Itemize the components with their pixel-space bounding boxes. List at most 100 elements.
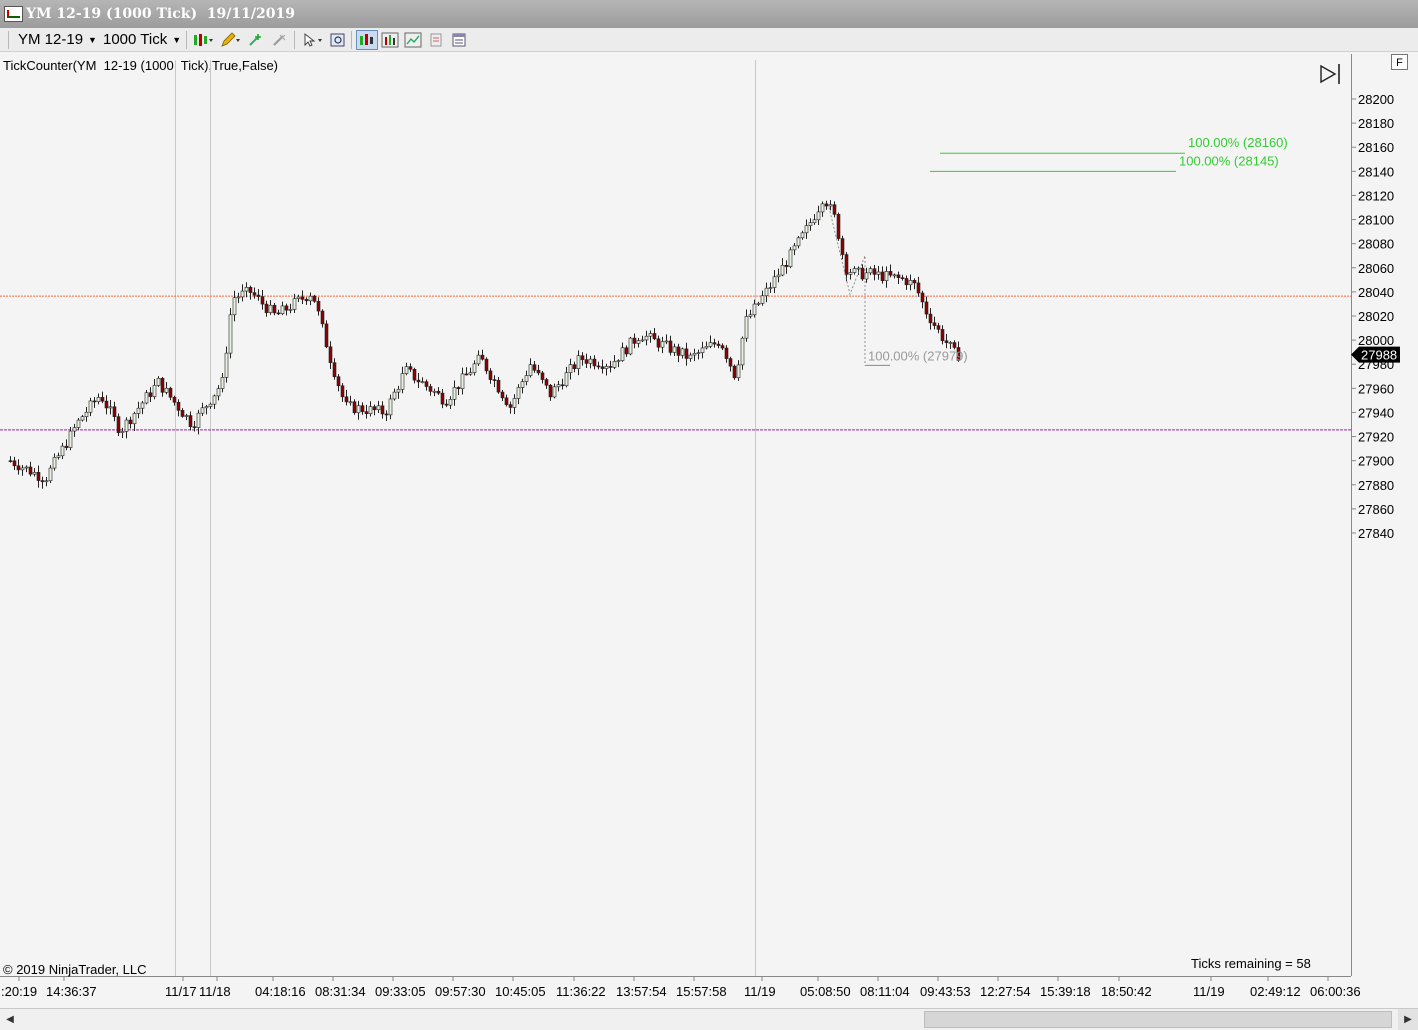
candlestick — [496, 376, 501, 394]
zoom-icon[interactable] — [328, 30, 348, 50]
candlestick — [692, 348, 697, 362]
candlestick — [884, 266, 889, 288]
pencil-draw-icon[interactable] — [218, 30, 242, 50]
candlestick — [388, 394, 393, 420]
candlestick — [604, 363, 609, 376]
candlestick — [452, 380, 457, 406]
candlestick — [108, 399, 113, 415]
time-tick-label: 05:08:50 — [800, 984, 851, 999]
candlestick — [288, 303, 293, 314]
price-tick-label: 28060 — [1358, 261, 1394, 276]
candlestick — [232, 290, 237, 322]
candlestick — [776, 268, 781, 283]
candlestick — [928, 308, 933, 330]
candlestick — [244, 282, 249, 298]
target-label: 100.00% (28145) — [1179, 153, 1279, 168]
scroll-to-end-icon[interactable] — [1320, 64, 1340, 84]
candlestick — [836, 212, 841, 241]
horizontal-scrollbar[interactable]: ◀ ▶ — [0, 1008, 1418, 1030]
candlestick — [584, 353, 589, 369]
candlestick — [640, 335, 645, 343]
candlestick — [76, 418, 81, 431]
candlestick — [216, 385, 221, 401]
candlestick — [544, 377, 549, 389]
interval-selector[interactable]: 1000 Tick ▼ — [103, 30, 181, 50]
time-tick-label: 11/19 — [1193, 984, 1225, 999]
data-box-icon[interactable] — [449, 30, 469, 50]
candlestick — [680, 347, 685, 359]
instrument-selector[interactable]: YM 12-19 ▼ — [18, 30, 97, 50]
candlestick — [592, 355, 597, 370]
price-tick-label: 28100 — [1358, 213, 1394, 228]
time-tick-label: 10:45:05 — [495, 984, 546, 999]
bar-type-icon[interactable] — [191, 30, 215, 50]
candlestick — [20, 465, 25, 476]
candlestick — [272, 303, 277, 316]
candlestick — [380, 401, 385, 419]
candlestick — [328, 341, 333, 370]
candlestick — [444, 399, 449, 407]
pointer-icon[interactable] — [300, 30, 324, 50]
candlestick — [940, 325, 945, 345]
window-titlebar[interactable]: YM 12-19 (1000 Tick) 19/11/2019 — [0, 0, 1418, 28]
candlestick — [860, 264, 865, 281]
candlestick — [580, 352, 585, 366]
time-tick-label: 18:50:42 — [1101, 984, 1152, 999]
candlestick — [212, 394, 217, 410]
candlestick — [520, 378, 525, 394]
candlestick — [316, 297, 321, 316]
candlestick — [628, 336, 633, 356]
scroll-right-icon[interactable]: ▶ — [1398, 1009, 1418, 1030]
candlestick — [808, 218, 813, 231]
candlestick — [276, 309, 281, 316]
candlestick — [264, 300, 269, 317]
target-label: 100.00% (28160) — [1188, 135, 1288, 150]
properties-icon[interactable] — [426, 30, 446, 50]
chart-style-icon[interactable] — [356, 30, 378, 50]
candlestick — [64, 439, 69, 451]
price-chart[interactable]: 100.00% (28160) 100.00% (28145) 100.00% (2… — [0, 54, 1418, 1008]
candlestick — [368, 401, 373, 417]
candlestick — [480, 349, 485, 361]
candlestick — [464, 367, 469, 376]
candlestick — [28, 461, 33, 477]
candlestick — [472, 360, 477, 376]
candlestick — [308, 292, 313, 306]
candlestick — [80, 414, 85, 422]
price-tick-label: 27840 — [1358, 526, 1394, 541]
line-chart-icon[interactable] — [403, 30, 423, 50]
candlestick — [572, 361, 577, 373]
add-crosshair-icon[interactable] — [246, 30, 266, 50]
candlestick — [160, 376, 165, 397]
candlestick — [864, 267, 869, 283]
chart-app-icon — [4, 6, 23, 22]
candlestick — [312, 294, 317, 303]
price-tick-label: 28000 — [1358, 333, 1394, 348]
candlestick — [760, 290, 765, 306]
candlestick — [788, 247, 793, 269]
candlestick — [340, 383, 345, 402]
candlestick — [92, 397, 97, 408]
candlestick — [616, 359, 621, 368]
candlestick — [400, 366, 405, 394]
scroll-left-icon[interactable]: ◀ — [0, 1009, 20, 1030]
candlestick — [280, 301, 285, 316]
scrollbar-thumb[interactable] — [924, 1011, 1392, 1028]
candlestick — [880, 266, 885, 284]
candlestick — [784, 260, 789, 274]
projection-path[interactable] — [828, 207, 866, 366]
candlestick — [656, 335, 661, 352]
candlestick — [672, 343, 677, 356]
candlestick — [196, 409, 201, 435]
time-tick-label: 08:31:34 — [315, 984, 366, 999]
candlestick — [648, 330, 653, 343]
candlestick — [688, 352, 693, 362]
candlestick — [668, 335, 673, 356]
candlestick — [620, 342, 625, 362]
candlestick — [204, 404, 209, 415]
remove-drawing-icon[interactable] — [270, 30, 290, 50]
candlestick — [336, 374, 341, 392]
candlestick — [284, 303, 289, 316]
candlestick — [300, 290, 305, 305]
bar-chart-icon[interactable] — [380, 30, 400, 50]
